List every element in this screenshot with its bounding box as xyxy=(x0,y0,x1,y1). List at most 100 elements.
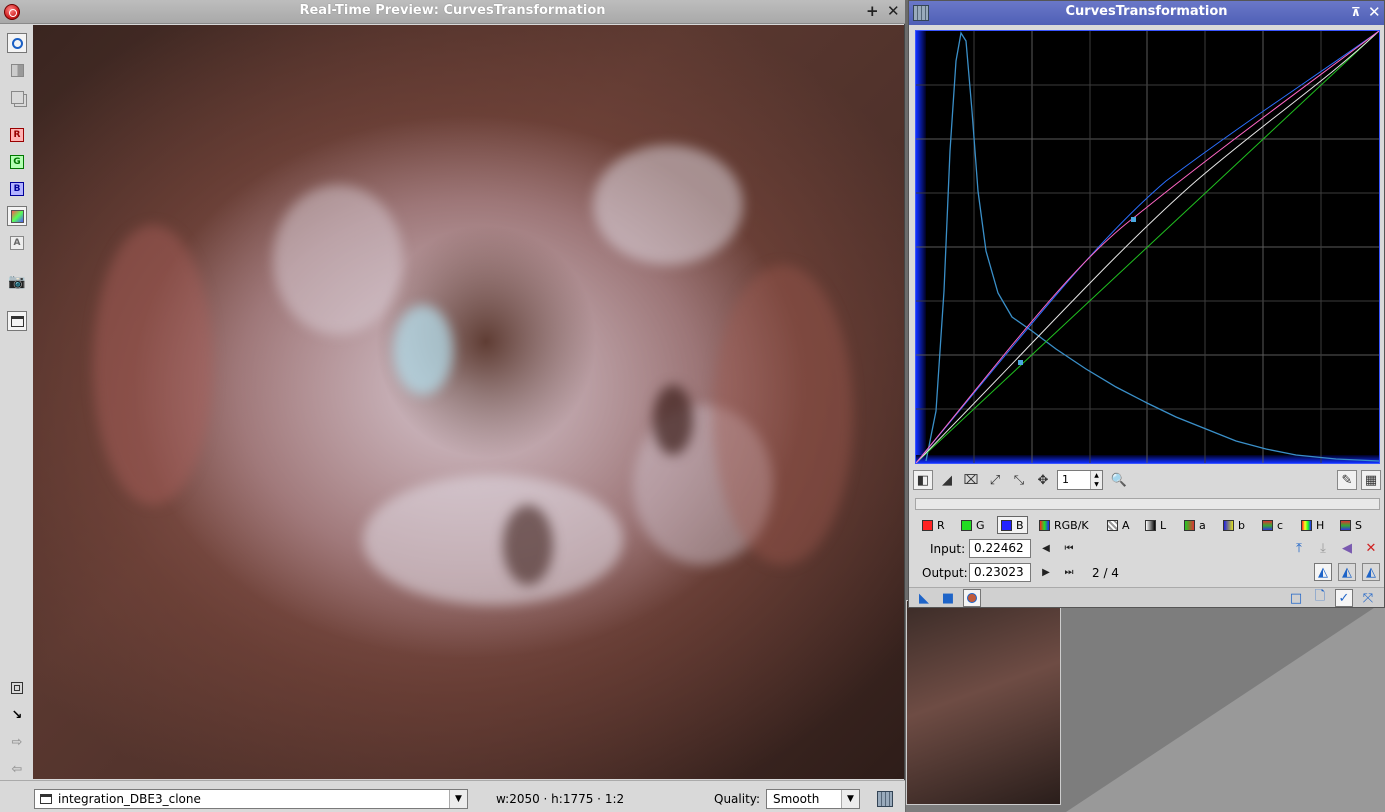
akima-interpolation-icon[interactable]: ◭ xyxy=(1314,563,1332,581)
restore-curve-icon[interactable]: ⤓ xyxy=(1314,539,1332,557)
input-field[interactable]: 0.22462 xyxy=(969,539,1031,558)
delete-point-tool-icon[interactable]: ⌧ xyxy=(961,470,981,490)
reset-instance-icon[interactable]: ⤧ xyxy=(1359,589,1377,607)
select-point-tool-icon[interactable]: ◢ xyxy=(937,470,957,490)
output-field[interactable]: 0.23023 xyxy=(969,563,1031,582)
image-info: w:2050 · h:1775 · 1:2 xyxy=(496,792,625,806)
channel-r-label: R xyxy=(10,128,24,142)
channel-g-button[interactable]: G xyxy=(7,152,27,172)
undo-icon[interactable]: ⇦ xyxy=(7,759,27,779)
channel-a-label: A xyxy=(10,236,24,250)
cubic-interpolation-icon[interactable]: ◭ xyxy=(1338,563,1356,581)
curves-title: CurvesTransformation xyxy=(1065,4,1228,19)
spin-up-icon[interactable]: ▲ xyxy=(1090,471,1102,480)
channel-g-label: G xyxy=(10,155,24,169)
rgb-icon xyxy=(10,209,24,223)
channel-button-h[interactable]: H xyxy=(1298,516,1327,534)
background-workspace xyxy=(906,600,1385,812)
channel-label: G xyxy=(976,518,985,532)
quality-select-value: Smooth xyxy=(773,792,820,806)
quality-select[interactable]: Smooth ▼ xyxy=(766,789,860,809)
channel-button-b[interactable]: B xyxy=(997,516,1028,534)
close-icon[interactable]: ✕ xyxy=(887,3,900,19)
channel-button-a-lab[interactable]: a xyxy=(1181,516,1209,534)
realtime-preview-icon[interactable] xyxy=(963,589,981,607)
reset-curve-icon[interactable]: ✕ xyxy=(1362,539,1380,557)
process-icon[interactable] xyxy=(877,791,893,807)
duplicate-button[interactable] xyxy=(7,87,27,107)
preview-title: Real-Time Preview: CurvesTransformation xyxy=(299,3,606,18)
first-point-icon[interactable]: ⏮ xyxy=(1062,541,1076,555)
reverse-curve-icon[interactable]: ◀ xyxy=(1338,539,1356,557)
channel-button-g[interactable]: G xyxy=(958,516,988,534)
shade-icon[interactable]: ⊼ xyxy=(1351,4,1361,20)
realtime-toggle-button[interactable] xyxy=(7,33,27,53)
channel-button-r[interactable]: R xyxy=(919,516,948,534)
magnifier-icon[interactable]: 🔍 xyxy=(1109,470,1129,490)
linear-interpolation-icon[interactable]: ◭ xyxy=(1362,563,1380,581)
image-thumbnail[interactable] xyxy=(906,600,1061,805)
compare-button[interactable] xyxy=(7,60,27,80)
check-icon[interactable]: ✓ xyxy=(1335,589,1353,607)
channel-button-rgbk[interactable]: RGB/K xyxy=(1036,516,1092,534)
process-control-bar: ◣ ■ □ 🗋 ✓ ⤧ xyxy=(909,587,1384,607)
channel-label: H xyxy=(1316,518,1325,532)
color-swatch xyxy=(1223,519,1234,531)
zoom-value: 1 xyxy=(1062,473,1069,486)
zoom-arrow-icon[interactable]: ↘ xyxy=(7,705,27,725)
channel-button-b-lab[interactable]: b xyxy=(1220,516,1248,534)
store-curve-icon[interactable]: ⤒ xyxy=(1290,539,1308,557)
show-grid-icon[interactable]: ▦ xyxy=(1361,470,1381,490)
pan-icon[interactable]: ✥ xyxy=(1033,470,1053,490)
channel-b-button[interactable]: B xyxy=(7,179,27,199)
view-select[interactable]: integration_DBE3_clone ▼ xyxy=(34,789,468,809)
channel-r-button[interactable]: R xyxy=(7,125,27,145)
channel-button-s[interactable]: S xyxy=(1337,516,1365,534)
spin-down-icon[interactable]: ▼ xyxy=(1090,480,1102,489)
color-swatch xyxy=(1301,519,1312,531)
new-instance-icon[interactable]: ◣ xyxy=(915,589,933,607)
edit-point-tool-icon[interactable]: ◧ xyxy=(913,470,933,490)
curves-titlebar: CurvesTransformation ⊼ ✕ xyxy=(909,1,1384,25)
channel-label: c xyxy=(1277,518,1284,532)
channel-b-label: B xyxy=(10,182,24,196)
channel-label: A xyxy=(1122,518,1130,532)
color-swatch xyxy=(961,519,972,531)
channel-a-button[interactable]: A xyxy=(7,233,27,253)
color-swatch xyxy=(1184,519,1195,531)
circle-icon xyxy=(11,37,23,49)
input-label: Input: xyxy=(930,542,966,556)
channel-button-a[interactable]: A xyxy=(1104,516,1133,534)
rgb-channel-button[interactable] xyxy=(7,206,27,226)
browse-docs-icon[interactable]: □ xyxy=(1287,589,1305,607)
window-icon xyxy=(10,315,24,327)
apply-global-icon[interactable]: ■ xyxy=(939,589,957,607)
camera-icon[interactable]: 📷 xyxy=(7,272,27,292)
duplicate-icon xyxy=(10,90,24,104)
last-point-icon[interactable]: ⏭ xyxy=(1062,565,1076,579)
document-icon[interactable]: 🗋 xyxy=(1311,589,1329,607)
next-point-icon[interactable]: ▶ xyxy=(1039,565,1053,579)
preview-window: Real-Time Preview: CurvesTransformation … xyxy=(0,0,905,812)
new-window-button[interactable] xyxy=(7,311,27,331)
channel-button-l[interactable]: L xyxy=(1142,516,1169,534)
prev-point-icon[interactable]: ◀ xyxy=(1039,541,1053,555)
zoom-out-icon[interactable]: ⤡ xyxy=(1009,470,1029,490)
show-all-curves-icon[interactable]: ✎ xyxy=(1337,470,1357,490)
color-swatch xyxy=(1001,519,1012,531)
preview-statusbar: integration_DBE3_clone ▼ w:2050 · h:1775… xyxy=(0,780,905,812)
redo-icon[interactable]: ⇨ xyxy=(7,732,27,752)
close-icon[interactable]: ✕ xyxy=(1368,4,1381,20)
preview-image[interactable] xyxy=(33,25,904,779)
pin-icon[interactable]: + xyxy=(866,3,879,19)
curve-tools: ◧ ◢ ⌧ ⤢ ⤡ ✥ 1 ▲ ▼ 🔍 ✎ ▦ xyxy=(913,470,1382,492)
curve-graph[interactable] xyxy=(915,30,1380,464)
output-label: Output: xyxy=(922,566,968,580)
color-swatch xyxy=(1039,519,1050,531)
channel-label: a xyxy=(1199,518,1206,532)
preview-titlebar: Real-Time Preview: CurvesTransformation … xyxy=(0,0,905,24)
fit-view-icon[interactable] xyxy=(7,678,27,698)
zoom-spinbox[interactable]: 1 ▲ ▼ xyxy=(1057,470,1103,490)
channel-button-c[interactable]: c xyxy=(1259,516,1286,534)
zoom-fit-icon[interactable]: ⤢ xyxy=(985,470,1005,490)
